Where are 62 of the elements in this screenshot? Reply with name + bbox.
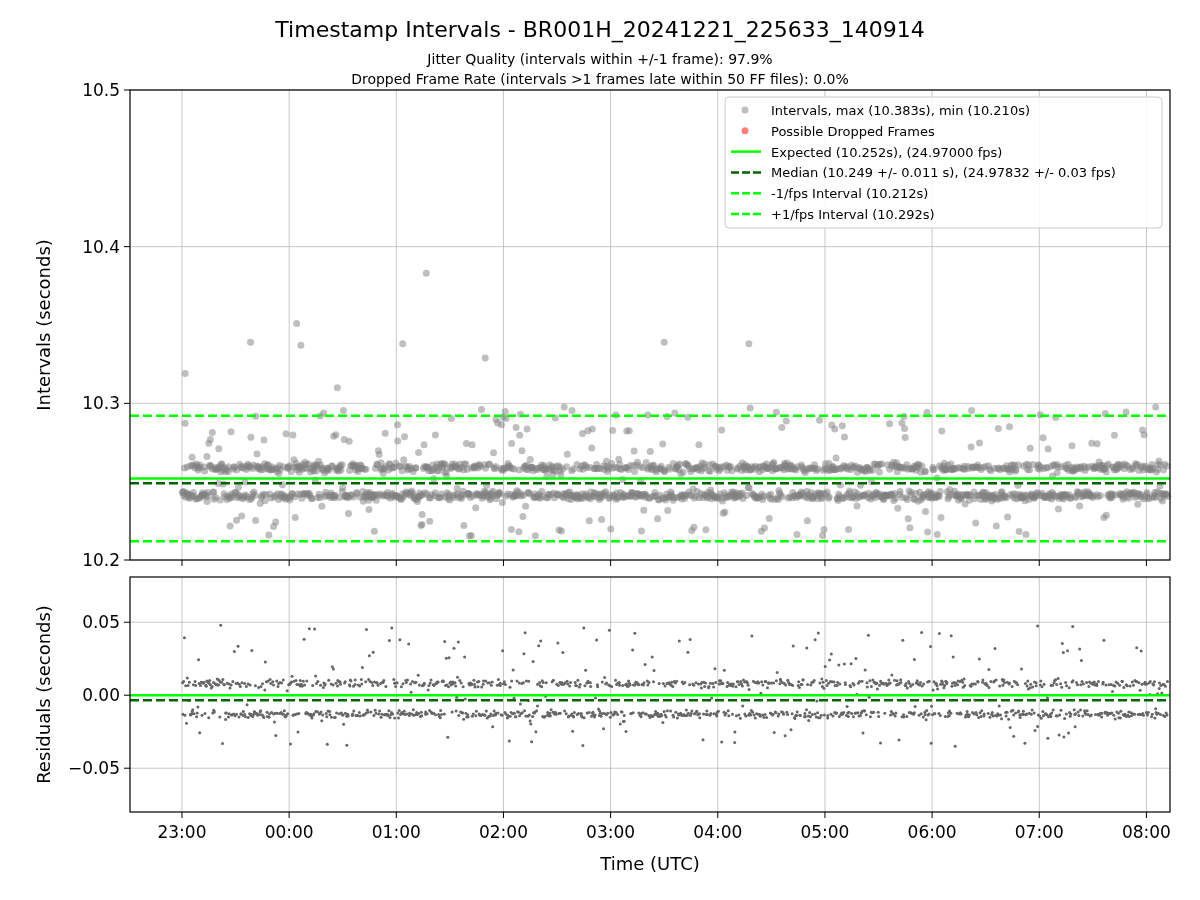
legend-line-icon (731, 171, 761, 174)
legend-label: +1/fps Interval (10.292s) (771, 207, 935, 222)
tick-mark (1038, 811, 1040, 819)
tick-mark (1145, 559, 1147, 567)
axis-tick-label: 03:00 (586, 822, 636, 842)
tick-mark (717, 559, 719, 567)
legend-label: Intervals, max (10.383s), min (10.210s) (771, 103, 1030, 118)
tick-mark (610, 811, 612, 819)
legend-label: -1/fps Interval (10.212s) (771, 186, 929, 202)
chart-subtitle: Dropped Frame Rate (intervals >1 frames late within 50 FF files): 0.0% (351, 71, 849, 87)
chart-subtitle: Jitter Quality (intervals within +/-1 frame): 97.9% (427, 51, 773, 67)
axis-tick-label: 02:00 (478, 822, 528, 842)
tick-mark (1038, 559, 1040, 567)
tick-mark (502, 811, 504, 819)
tick-mark (931, 559, 933, 567)
axis-tick-label: 08:00 (1121, 822, 1171, 842)
axis-tick-label: 0.05 (82, 612, 120, 633)
axis-tick-label: 06:00 (907, 822, 957, 842)
axis-tick-label: 10.3 (82, 393, 120, 414)
chart-title: Timestamp Intervals - BR001H_20241221_225633_140914 (275, 17, 925, 42)
tick-mark (288, 559, 290, 567)
axis-tick-label: 23:00 (157, 822, 207, 842)
tick-mark (123, 621, 131, 623)
tick-mark (123, 246, 131, 248)
tick-mark (123, 767, 131, 769)
axis-tick-label: 10.2 (82, 550, 120, 570)
tick-mark (717, 811, 719, 819)
axis-tick-label: −0.05 (67, 758, 120, 779)
axis-tick-label: 0.00 (82, 685, 120, 706)
tick-mark (123, 89, 131, 91)
tick-mark (824, 559, 826, 567)
tick-mark (824, 811, 826, 819)
tick-mark (123, 402, 131, 404)
axis-label: Residuals (seconds) (33, 605, 54, 784)
legend-line-icon (731, 150, 761, 153)
tick-mark (1145, 811, 1147, 819)
axis-label: Intervals (seconds) (33, 239, 54, 411)
tick-mark (931, 811, 933, 819)
tick-mark (502, 559, 504, 567)
tick-mark (123, 559, 131, 561)
axis-tick-label: 10.4 (82, 236, 120, 257)
legend-label: Median (10.249 +/- 0.011 s), (24.97832 +/- 0.03 fps) (771, 165, 1116, 181)
axis-tick-label: 00:00 (264, 822, 314, 842)
legend-marker-icon (741, 127, 749, 135)
tick-mark (181, 811, 183, 819)
axis-label: Time (UTC) (600, 853, 700, 874)
legend-line-icon (731, 212, 761, 216)
tick-mark (395, 811, 397, 819)
tick-mark (395, 559, 397, 567)
legend-line-icon (731, 191, 761, 195)
tick-mark (123, 694, 131, 696)
tick-mark (288, 811, 290, 819)
tick-mark (610, 559, 612, 567)
axis-tick-label: 07:00 (1014, 822, 1064, 842)
legend-label: Possible Dropped Frames (771, 123, 935, 139)
axis-tick-label: 04:00 (693, 822, 743, 842)
legend-label: Expected (10.252s), (24.97000 fps) (771, 144, 1003, 160)
legend-marker-icon (741, 106, 749, 114)
tick-mark (181, 559, 183, 567)
axis-tick-label: 10.5 (82, 80, 120, 100)
axis-tick-label: 01:00 (371, 822, 421, 842)
axis-tick-label: 05:00 (800, 822, 850, 842)
